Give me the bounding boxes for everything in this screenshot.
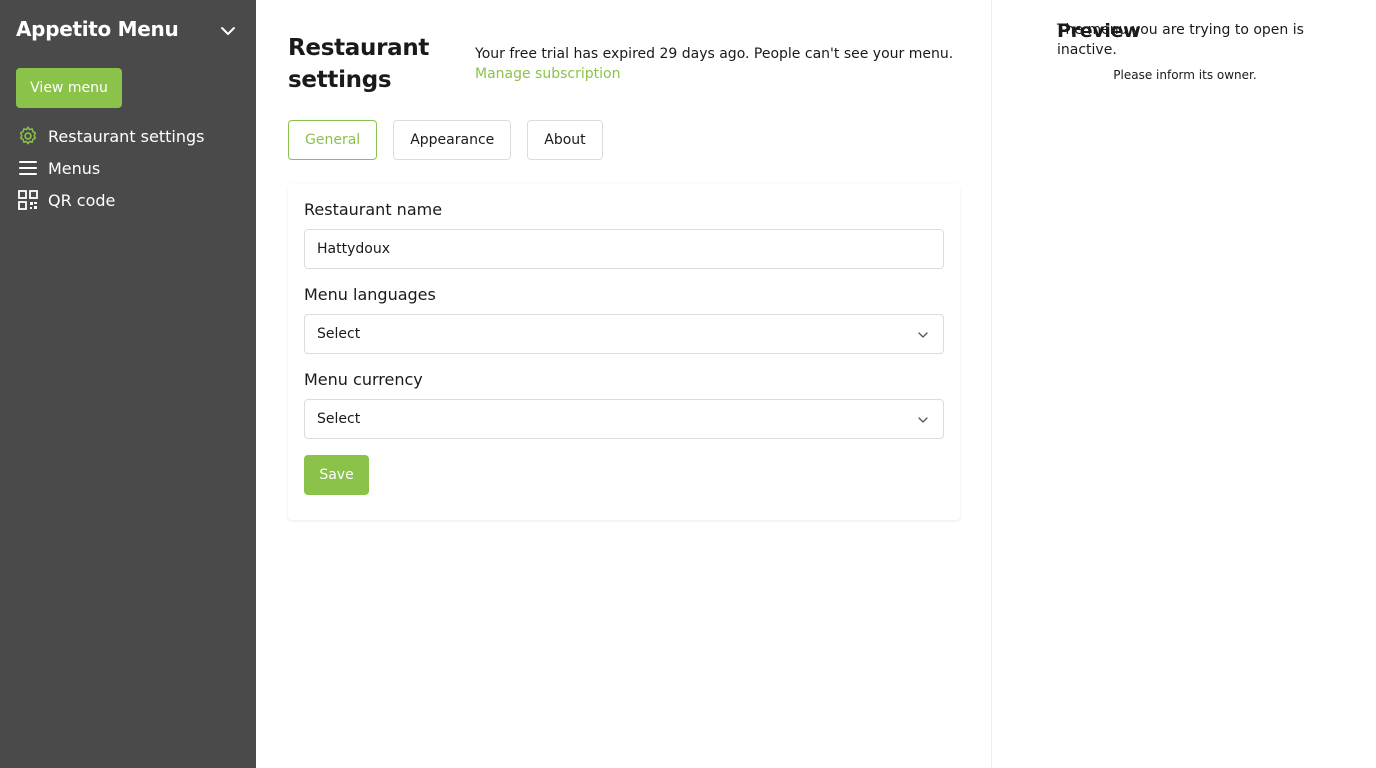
settings-tabs: General Appearance About: [288, 120, 603, 160]
page-title: Restaurant settings: [288, 35, 430, 93]
brand-title: Appetito Menu: [16, 17, 179, 41]
menu-languages-field: Menu languages Select: [304, 285, 944, 354]
menu-currency-value: Select: [317, 411, 361, 427]
sidebar-item-menus[interactable]: Menus: [16, 152, 246, 184]
manage-subscription-link[interactable]: Manage subscription: [475, 66, 620, 82]
menu-languages-label: Menu languages: [304, 285, 436, 304]
sidebar-item-qr-code[interactable]: QR code: [16, 184, 246, 216]
menu-currency-field: Menu currency Select: [304, 370, 944, 439]
trial-message: Your free trial has expired 29 days ago.…: [475, 46, 954, 62]
tab-appearance[interactable]: Appearance: [393, 120, 512, 160]
sidebar-nav: Restaurant settings Menus QR code: [16, 120, 246, 216]
sidebar: Appetito Menu View menu Restaurant setti…: [0, 0, 256, 768]
menu-languages-value: Select: [317, 326, 361, 342]
sidebar-item-label: Menus: [48, 158, 101, 178]
chevron-down-icon: [918, 332, 928, 338]
sidebar-item-label: QR code: [48, 190, 116, 210]
chevron-down-icon: [918, 417, 928, 423]
preview-pane: The menu you are trying to open is inact…: [991, 0, 1376, 768]
view-menu-button[interactable]: View menu: [16, 68, 122, 108]
settings-card: Restaurant name Menu languages Select Me…: [288, 184, 960, 520]
preview-subtext: Please inform its owner.: [1113, 68, 1257, 82]
sidebar-item-restaurant-settings[interactable]: Restaurant settings: [16, 120, 246, 152]
restaurant-name-input[interactable]: [304, 229, 944, 269]
trial-notice: Your free trial has expired 29 days ago.…: [475, 44, 975, 84]
menu-currency-select[interactable]: Select: [304, 399, 944, 439]
restaurant-name-field: Restaurant name: [304, 200, 944, 269]
gear-icon: [16, 124, 40, 148]
tab-general[interactable]: General: [288, 120, 378, 160]
main-content: Restaurant settings Your free trial has …: [256, 0, 991, 768]
menu-currency-label: Menu currency: [304, 370, 423, 389]
chevron-down-icon[interactable]: [218, 21, 238, 41]
menu-languages-select[interactable]: Select: [304, 314, 944, 354]
qr-code-icon: [16, 188, 40, 212]
tab-about[interactable]: About: [527, 120, 603, 160]
save-button[interactable]: Save: [304, 455, 369, 495]
preview-title: Preview: [1057, 20, 1141, 42]
hamburger-icon: [16, 156, 40, 180]
restaurant-name-label: Restaurant name: [304, 200, 443, 219]
sidebar-item-label: Restaurant settings: [48, 126, 205, 146]
